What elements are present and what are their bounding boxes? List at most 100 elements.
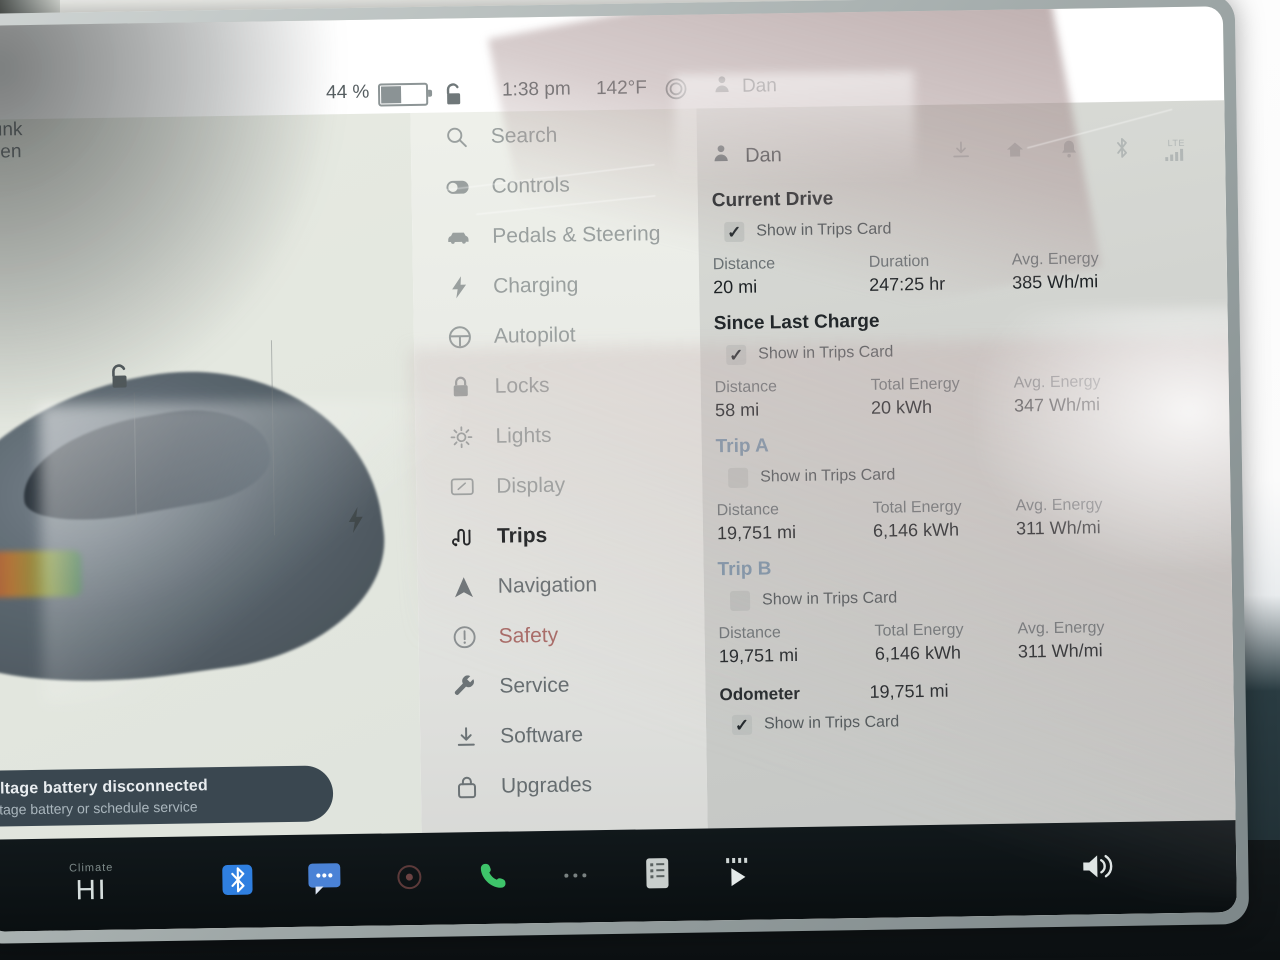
vehicle-view[interactable]: Trunk Open Trunk Open voltage battery di… (0, 113, 424, 932)
download-icon[interactable] (951, 140, 971, 165)
record-icon[interactable] (394, 861, 425, 896)
checkbox-box[interactable] (729, 590, 751, 612)
stat-value: 311 Wh/mi (1017, 640, 1103, 662)
menu-item-controls[interactable]: Controls (411, 159, 698, 213)
menu-item-upgrades[interactable]: Upgrades (421, 758, 708, 812)
trip-section-since-last-charge: Since Last Charge ✓ Show in Trips Card Dist… (700, 305, 1230, 422)
phone-icon[interactable] (476, 858, 511, 898)
menu-item-label: Software (500, 723, 584, 748)
trunk-status-front: Trunk Open (0, 119, 23, 164)
odometer-label: Odometer (719, 683, 800, 705)
taskbar[interactable]: Climate HI (0, 820, 1238, 932)
battery-icon (377, 82, 429, 107)
download-icon (454, 725, 478, 749)
show-in-trips-card-checkbox[interactable]: Show in Trips Card (729, 583, 1216, 612)
menu-item-pedals-steering[interactable]: Pedals & Steering (412, 209, 699, 263)
menu-item-lights[interactable]: Lights (415, 408, 702, 462)
stat-total-energy: Total Energy 6,146 kWh (874, 619, 1018, 666)
settings-menu[interactable]: Search Controls Pedals & Steering Charging A… (410, 108, 710, 925)
menu-item-label: Display (496, 473, 566, 498)
lte-label: LTE (1167, 137, 1186, 148)
menu-item-label: Locks (494, 373, 550, 398)
menu-item-charging[interactable]: Charging (413, 259, 700, 313)
menu-item-label: Trips (496, 523, 548, 548)
checkbox-box[interactable]: ✓ (726, 344, 747, 366)
content-profile-name: Dan (744, 143, 782, 167)
stat-value: 385 Wh/mi (1011, 271, 1099, 293)
stat-label: Avg. Energy (1013, 373, 1101, 392)
check-icon: ✓ (734, 715, 750, 735)
stat-value: 247:25 hr (868, 273, 946, 295)
trip-sections: Current Drive ✓ Show in Trips Card Distance… (698, 182, 1233, 668)
dots-icon[interactable] (562, 867, 592, 885)
person-icon (711, 143, 731, 169)
trips-panel: Dan LTE Current Drive ✓ Show in Trips Ca… (696, 100, 1238, 921)
stat-avg-energy: Avg. Energy 347 Wh/mi (1014, 371, 1102, 417)
menu-item-software[interactable]: Software (420, 708, 707, 762)
menu-item-autopilot[interactable]: Autopilot (414, 308, 701, 362)
stat-value: 6,146 kWh (874, 642, 962, 664)
menu-item-locks[interactable]: Locks (414, 358, 701, 412)
profile-name: Dan (741, 75, 778, 97)
menu-item-label: Service (499, 673, 570, 698)
content-header: Dan LTE (697, 128, 1226, 176)
climate-control-button[interactable]: Climate HI (0, 860, 197, 907)
navigation-arrow-icon (452, 575, 476, 599)
card-icon[interactable] (644, 856, 671, 895)
stats-row: Distance 19,751 mi Total Energy 6,146 kWh Av… (718, 615, 1217, 668)
stat-value: 20 kWh (870, 396, 933, 418)
menu-item-safety[interactable]: Safety (418, 608, 705, 662)
menu-item-display[interactable]: Display (416, 458, 703, 512)
profile-button[interactable]: Dan (712, 73, 777, 100)
stat-label: Total Energy (874, 621, 964, 640)
checkbox-box[interactable]: ✓ (724, 221, 745, 243)
section-title: Since Last Charge (713, 310, 880, 335)
menu-item-label: Upgrades (500, 773, 593, 798)
checkbox-label: Show in Trips Card (758, 343, 894, 363)
content-profile[interactable]: Dan (711, 142, 782, 169)
stats-row: Distance 19,751 mi Total Energy 6,146 kWh Av… (717, 492, 1216, 545)
tesla-ui: 44 % 1:38 pm 142°F Dan Trunk Open voltag… (0, 6, 1238, 932)
media-play-icon[interactable] (722, 855, 757, 893)
trunk-lock-open-icon[interactable] (106, 362, 133, 397)
menu-item-label: Pedals & Steering (492, 222, 661, 248)
menu-item-trips[interactable]: Trips (417, 508, 704, 562)
volume-icon[interactable] (1080, 849, 1237, 886)
bag-icon (455, 775, 479, 799)
stat-distance: Distance 19,751 mi (718, 621, 875, 668)
signal-lte-icon[interactable]: LTE (1165, 137, 1186, 161)
menu-item-navigation[interactable]: Navigation (417, 558, 704, 612)
menu-item-service[interactable]: Service (419, 658, 706, 712)
checkbox-label: Show in Trips Card (763, 713, 900, 733)
menu-item-label: Safety (498, 623, 559, 648)
home-icon[interactable] (1005, 139, 1025, 164)
stat-value: 20 mi (713, 276, 758, 298)
climate-value: HI (75, 873, 108, 906)
taskbar-icons[interactable] (196, 849, 1081, 902)
section-title[interactable]: Trip B (717, 551, 1215, 581)
section-title[interactable]: Trip A (715, 428, 1213, 458)
lock-open-icon[interactable] (442, 82, 464, 114)
stat-value: 58 mi (714, 399, 760, 421)
messages-icon[interactable] (306, 861, 343, 901)
menu-item-label: Search (490, 123, 558, 148)
bluetooth-icon[interactable] (220, 862, 255, 902)
menu-item-search[interactable]: Search (410, 109, 697, 163)
stat-avg-energy: Avg. Energy 311 Wh/mi (1015, 494, 1103, 540)
bluetooth-icon[interactable] (1113, 136, 1131, 163)
checkbox-label: Show in Trips Card (760, 466, 896, 486)
content-header-icons[interactable]: LTE (951, 135, 1201, 166)
show-in-trips-card-checkbox[interactable]: ✓ Show in Trips Card (726, 337, 1212, 366)
section-title: Current Drive (711, 188, 834, 212)
checkbox-box[interactable] (728, 467, 749, 489)
bell-icon[interactable] (1059, 138, 1079, 163)
notification-toast[interactable]: voltage battery disconnected voltage bat… (0, 765, 334, 828)
odometer-show-in-trips-card-checkbox[interactable]: ✓ Show in Trips Card (731, 707, 1218, 736)
checkbox-box[interactable]: ✓ (731, 714, 753, 736)
stat-value: 19,751 mi (718, 644, 799, 667)
show-in-trips-card-checkbox[interactable]: ✓ Show in Trips Card (724, 214, 1210, 243)
toggle-icon (445, 175, 469, 199)
show-in-trips-card-checkbox[interactable]: Show in Trips Card (728, 460, 1214, 489)
fan-icon[interactable] (664, 77, 688, 107)
stat-label: Distance (712, 255, 776, 274)
